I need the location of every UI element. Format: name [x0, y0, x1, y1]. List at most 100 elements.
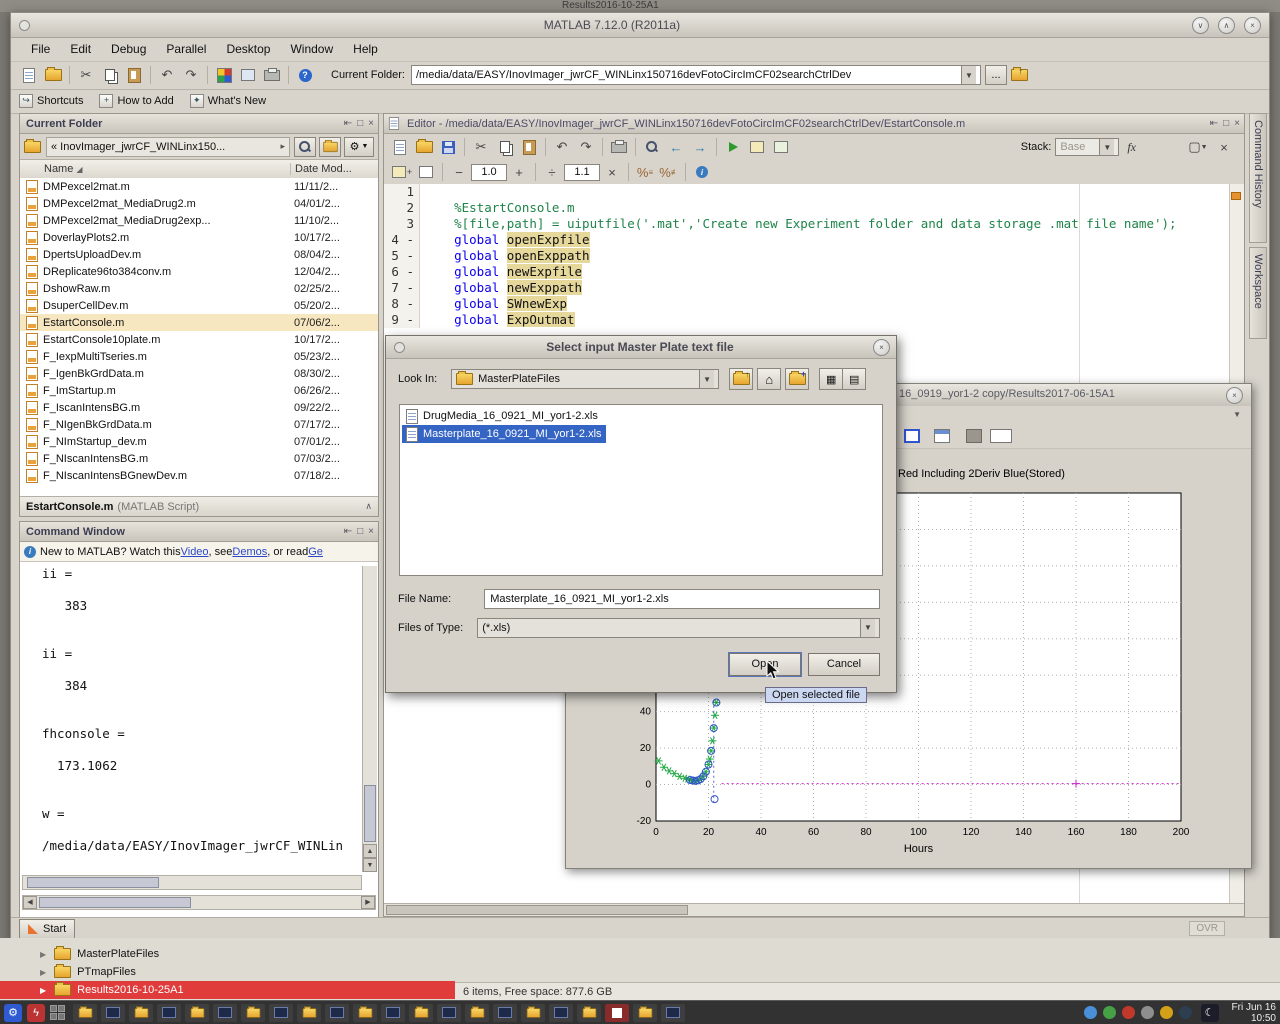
copy-icon[interactable]: [494, 136, 516, 158]
taskbar-window-folder-icon[interactable]: [521, 1004, 545, 1022]
menu-debug[interactable]: Debug: [101, 40, 156, 58]
close-button[interactable]: ×: [1244, 17, 1261, 34]
taskbar-window-folder-icon[interactable]: [577, 1004, 601, 1022]
file-name-input[interactable]: Masterplate_16_0921_MI_yor1-2.xls: [484, 589, 880, 609]
multiply-value-button[interactable]: ×: [601, 161, 623, 183]
search-button[interactable]: [294, 137, 316, 157]
taskbar-window-folder-icon[interactable]: [353, 1004, 377, 1022]
redo-icon[interactable]: ↷: [575, 136, 597, 158]
new-folder-button[interactable]: +: [785, 368, 809, 390]
taskbar-window-terminal-icon[interactable]: [101, 1004, 125, 1022]
code-line[interactable]: 3 %[file,path] = uiputfile('.mat','Creat…: [384, 216, 1244, 232]
tab-command-history[interactable]: Command History: [1249, 113, 1267, 243]
open-file-icon[interactable]: [413, 136, 435, 158]
code-line[interactable]: 7 - global newExppath: [384, 280, 1244, 296]
divide-value-button[interactable]: ÷: [541, 161, 563, 183]
fx-find-icon[interactable]: fx: [1127, 140, 1136, 155]
minimize-button[interactable]: ∨: [1192, 17, 1209, 34]
blue-frame-icon[interactable]: [904, 429, 920, 443]
cut-icon[interactable]: ✂: [470, 136, 492, 158]
panel-icon[interactable]: [990, 429, 1012, 443]
dialog-file-list[interactable]: DrugMedia_16_0921_MI_yor1-2.xlsMasterpla…: [399, 404, 883, 576]
close-dialog-button[interactable]: ×: [873, 339, 890, 356]
table-icon[interactable]: [934, 429, 950, 443]
current-folder-header[interactable]: Current Folder ⇤ □ ×: [20, 114, 378, 134]
file-row[interactable]: F_IexpMultiTseries.m05/23/2...: [20, 348, 378, 365]
warning-marker[interactable]: [1231, 192, 1241, 200]
shortcuts-menu[interactable]: ↪ Shortcuts: [19, 94, 83, 108]
new-file-icon[interactable]: [18, 64, 40, 86]
uncomment-icon[interactable]: %≢: [658, 161, 680, 183]
cell-divider-icon[interactable]: [415, 161, 437, 183]
close-icon[interactable]: ×: [368, 118, 374, 129]
demos-link[interactable]: Demos: [232, 546, 267, 558]
open-button[interactable]: Open: [729, 653, 801, 676]
dock-icon[interactable]: ⇤: [1210, 118, 1218, 129]
taskbar-window-folder-icon[interactable]: [465, 1004, 489, 1022]
cell-value-field-1[interactable]: 1.0: [471, 164, 507, 181]
expander-icon[interactable]: ▶: [40, 950, 46, 959]
file-row[interactable]: F_NIscanIntensBG.m07/03/2...: [20, 450, 378, 467]
menu-edit[interactable]: Edit: [60, 40, 101, 58]
command-output[interactable]: ii = 383 ii = 384 fhconsole = 173.1062 w…: [22, 566, 362, 872]
file-row[interactable]: F_IgenBkGrdData.m08/30/2...: [20, 365, 378, 382]
code-line[interactable]: 5 - global openExppath: [384, 248, 1244, 264]
tray-moon-icon[interactable]: ☾: [1201, 1004, 1219, 1022]
undo-icon[interactable]: ↶: [156, 64, 178, 86]
tree-row[interactable]: ▶Results2016-10-25A1: [0, 981, 455, 999]
chevron-right-icon[interactable]: ▸: [280, 141, 285, 152]
save-icon[interactable]: [437, 136, 459, 158]
file-row[interactable]: DMPexcel2mat_MediaDrug2.m04/01/2...: [20, 195, 378, 212]
expander-icon[interactable]: ▶: [40, 986, 46, 995]
home-button[interactable]: ⌂: [757, 368, 781, 390]
print-icon[interactable]: [608, 136, 630, 158]
taskbar-window-terminal-icon[interactable]: [493, 1004, 517, 1022]
code-line[interactable]: 6 - global newExpfile: [384, 264, 1244, 280]
gray-box-icon[interactable]: [966, 429, 982, 443]
file-row[interactable]: DshowRaw.m02/25/2...: [20, 280, 378, 297]
taskbar-window-folder-icon[interactable]: [241, 1004, 265, 1022]
scroll-down-button[interactable]: ▼: [363, 858, 377, 872]
list-view-button[interactable]: ▦: [819, 368, 843, 390]
scroll-right-button[interactable]: ▶: [361, 896, 375, 909]
editor-horizontal-scrollbar[interactable]: [384, 903, 1244, 916]
run-icon[interactable]: [722, 136, 744, 158]
toolbar-overflow-icon[interactable]: ▼: [1233, 410, 1241, 419]
close-icon[interactable]: ×: [1234, 118, 1240, 129]
copy-icon[interactable]: [99, 64, 121, 86]
increase-value-button[interactable]: +: [508, 161, 530, 183]
tree-row[interactable]: ▶MasterPlateFiles: [0, 945, 455, 963]
taskbar-window-terminal-icon[interactable]: [549, 1004, 573, 1022]
dialog-file-row[interactable]: Masterplate_16_0921_MI_yor1-2.xls: [402, 425, 606, 443]
desktop-pager[interactable]: [50, 1005, 65, 1020]
how-to-add-shortcut[interactable]: + How to Add: [99, 94, 173, 108]
scroll-left-button[interactable]: ◀: [23, 896, 37, 909]
paste-icon[interactable]: [123, 64, 145, 86]
matlab-titlebar[interactable]: MATLAB 7.12.0 (R2011a) ∨ ∧ ×: [11, 13, 1269, 38]
dialog-titlebar[interactable]: Select input Master Plate text file ×: [386, 336, 896, 359]
taskbar-window-folder-icon[interactable]: [129, 1004, 153, 1022]
tree-row[interactable]: ▶PTmapFiles: [0, 963, 455, 981]
current-folder-combo[interactable]: /media/data/EASY/InovImager_jwrCF_WINLin…: [411, 65, 981, 85]
files-of-type-combo[interactable]: (*.xls) ▼: [477, 618, 880, 638]
expander-icon[interactable]: ▶: [40, 968, 46, 977]
file-row[interactable]: DsuperCellDev.m05/20/2...: [20, 297, 378, 314]
details-view-button[interactable]: ▤: [842, 368, 866, 390]
cell-value-field-2[interactable]: 1.1: [564, 164, 600, 181]
file-row[interactable]: F_IscanIntensBG.m09/22/2...: [20, 399, 378, 416]
getting-started-link[interactable]: Ge: [308, 546, 323, 558]
refresh-button[interactable]: [319, 137, 341, 157]
open-file-icon[interactable]: [42, 64, 64, 86]
undo-icon[interactable]: ↶: [551, 136, 573, 158]
start-button[interactable]: Start: [19, 919, 75, 939]
run-section-icon[interactable]: [746, 136, 768, 158]
file-row[interactable]: F_NIscanIntensBGnewDev.m07/18/2...: [20, 467, 378, 484]
file-row[interactable]: DoverlayPlots2.m10/17/2...: [20, 229, 378, 246]
file-row[interactable]: F_NImStartup_dev.m07/01/2...: [20, 433, 378, 450]
tray-icon-6[interactable]: [1179, 1006, 1192, 1019]
menu-desktop[interactable]: Desktop: [216, 40, 280, 58]
code-line[interactable]: 2 %EstartConsole.m: [384, 200, 1244, 216]
address-combo[interactable]: « InovImager_jwrCF_WINLinx150... ▸: [46, 137, 290, 157]
dialog-file-row[interactable]: DrugMedia_16_0921_MI_yor1-2.xls: [402, 407, 602, 425]
taskbar-window-terminal-icon[interactable]: [661, 1004, 685, 1022]
